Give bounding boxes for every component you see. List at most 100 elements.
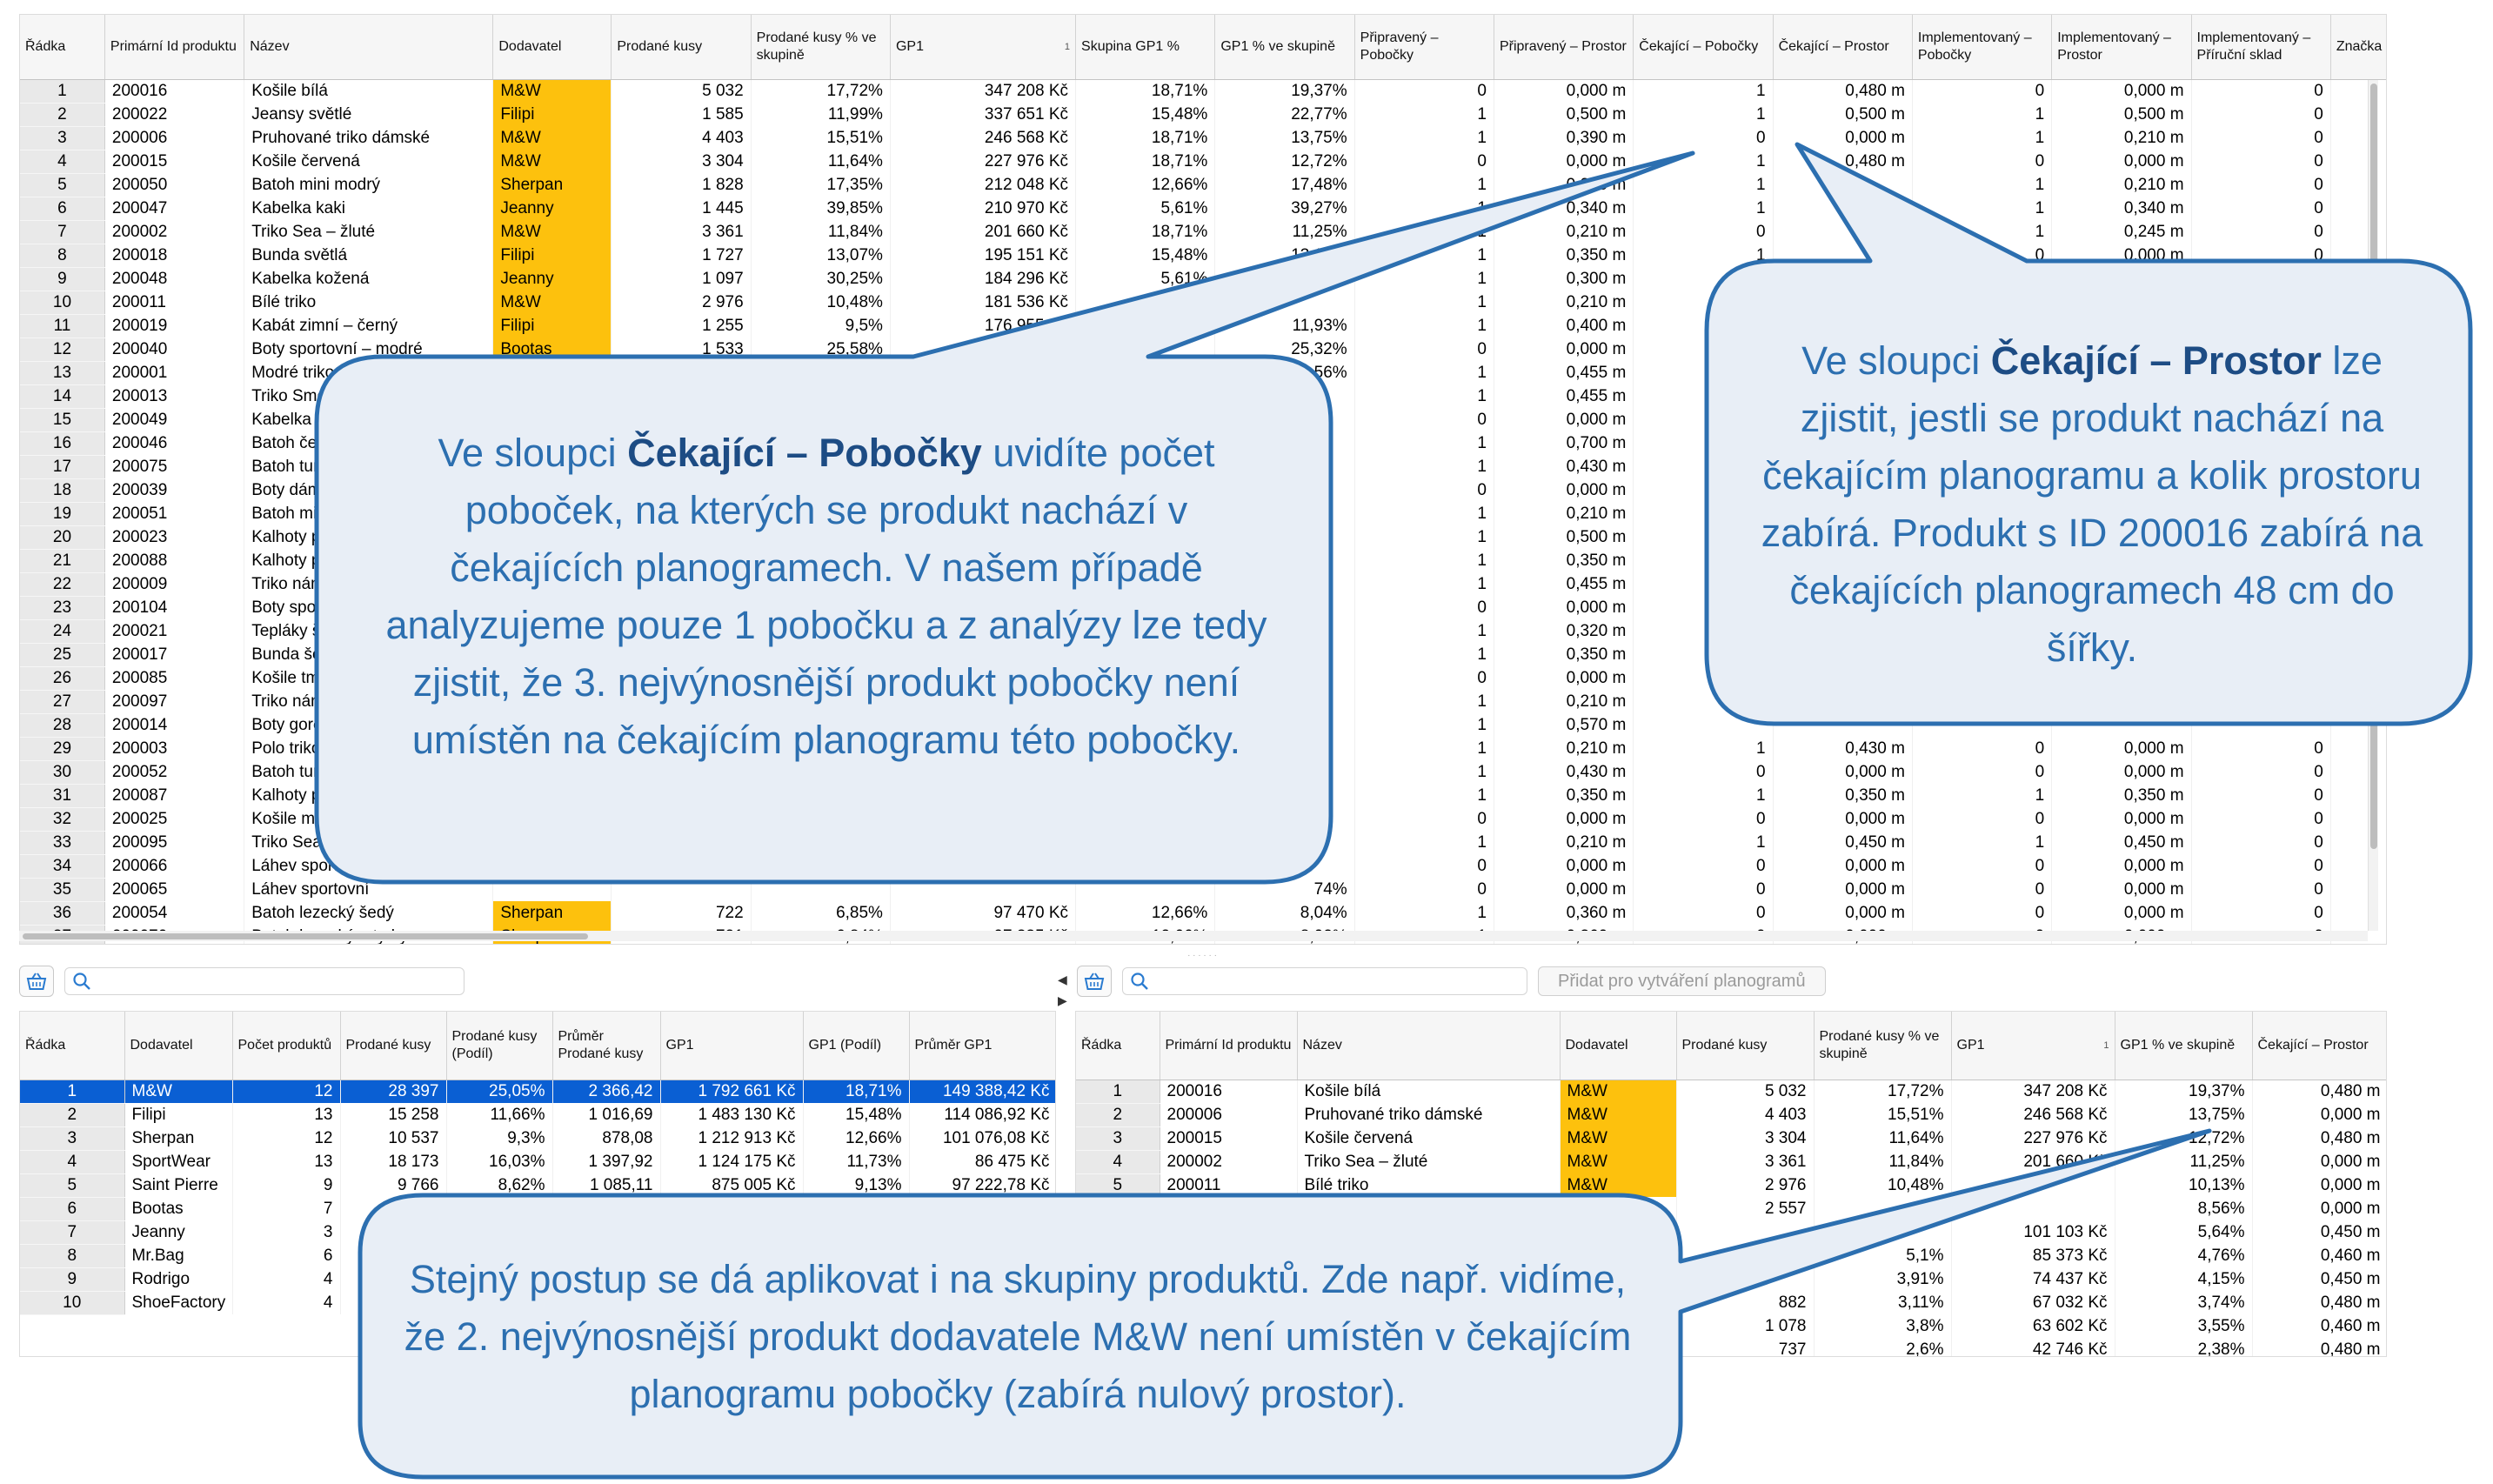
search-icon xyxy=(73,973,90,990)
table-row[interactable]: 3 200006 Pruhované triko dámské M&W 4 403 15,… xyxy=(20,126,2386,150)
table-cell: 0,000 m xyxy=(1773,854,1913,878)
table-row[interactable]: 3 200015 Košile červená M&W 3 304 11,64% 227 9… xyxy=(1076,1126,2386,1151)
table-cell: 0,300 m xyxy=(1494,267,1634,291)
column-header[interactable]: Čekající – Pobočky xyxy=(1633,15,1774,80)
row-number: 12 xyxy=(20,338,105,362)
column-header[interactable]: 1 GP1 xyxy=(890,15,1077,80)
table-cell: 3,91% xyxy=(1814,1267,1952,1291)
column-header[interactable]: GP1 % ve skupině xyxy=(2115,1012,2253,1080)
table-row[interactable]: 10 200011 Bílé triko M&W 2 976 10,48% 181 536 … xyxy=(20,291,2386,315)
table-cell: Jeansy světlé xyxy=(244,103,494,126)
table-cell xyxy=(751,784,891,807)
basket-button[interactable] xyxy=(1077,966,1112,997)
table-row[interactable]: 5 200050 Batoh mini modrý Sherpan 1 828 17,35… xyxy=(20,173,2386,197)
table-cell: 1 097 xyxy=(611,267,752,291)
table-cell xyxy=(2330,173,2386,197)
table-row[interactable]: 8 200018 Bunda světlá Filipi 1 727 13,07% 195 … xyxy=(20,244,2386,268)
column-header[interactable]: Implementovaný – Prostor xyxy=(2051,15,2192,80)
table-cell: 200048 xyxy=(104,267,245,291)
table-row[interactable]: 7 Jeanny 3 xyxy=(20,1220,1055,1245)
table-cell: Sherpan xyxy=(124,1126,233,1150)
column-header[interactable]: Prodané kusy % ve skupině xyxy=(751,15,891,80)
table-cell: Košile modrá xyxy=(244,807,494,831)
table-cell: Batoh mini modrý xyxy=(244,173,494,197)
table-row[interactable]: 6 200047 Kabelka kaki Jeanny 1 445 39,85% 210 … xyxy=(20,197,2386,221)
column-header[interactable]: Čekající – Prostor xyxy=(2252,1012,2386,1080)
table-row[interactable]: 32 200025 Košile modrá 0 0,000 m 0 0,000 m 0 0,0… xyxy=(20,807,2386,832)
column-header[interactable]: Řádka xyxy=(20,1012,125,1080)
table-cell xyxy=(890,784,1077,807)
table-row[interactable]: 2 200006 Pruhované triko dámské M&W 4 403 15,… xyxy=(1076,1103,2386,1127)
table-row[interactable]: 3 Sherpan 12 10 537 9,3% 878,08 1 212 913 Kč 12… xyxy=(20,1126,1055,1151)
table-row[interactable]: 7 200002 Triko Sea – žluté M&W 3 361 11,84% 20… xyxy=(20,220,2386,244)
column-header[interactable]: Průměr GP1 xyxy=(909,1012,1055,1080)
column-header[interactable]: Název xyxy=(1297,1012,1561,1080)
column-header[interactable]: Prodané kusy % ve skupině xyxy=(1814,1012,1952,1080)
column-header[interactable]: Značka xyxy=(2330,15,2386,80)
table-row[interactable]: 1 M&W 12 28 397 25,05% 2 366,42 1 792 661 Kč 18… xyxy=(20,1080,1055,1104)
column-header[interactable]: Implementovaný – Pobočky xyxy=(1912,15,2053,80)
table-row[interactable]: 31 200087 Kalhoty plátěné 1 0,350 m 1 0,350 m1… xyxy=(20,784,2386,808)
table-row[interactable]: 7 101 103 Kč 5,64% 0,450 m xyxy=(1076,1220,2386,1245)
table-row[interactable]: 36 200054 Batoh lezecký šedý Sherpan 722 6,85… xyxy=(20,901,2386,926)
column-header[interactable]: Dodavatel xyxy=(1560,1012,1677,1080)
table-row[interactable]: 35 200065 Láhev sportovní 74% 0 0,000 m 0 0,000… xyxy=(20,878,2386,902)
scrollbar-thumb[interactable] xyxy=(23,933,588,939)
column-header[interactable]: Název xyxy=(244,15,494,80)
table-cell xyxy=(2330,901,2386,925)
table-cell: 11,73% xyxy=(803,1150,910,1173)
table-cell xyxy=(2330,831,2386,854)
basket-button[interactable] xyxy=(19,966,54,997)
table-row[interactable]: 2 Filipi 13 15 258 11,66% 1 016,69 1 483 130 K… xyxy=(20,1103,1055,1127)
table-cell: 0,000 m xyxy=(2252,1150,2386,1173)
column-header[interactable]: Prodané kusy xyxy=(1676,1012,1815,1080)
table-row[interactable]: 34 200066 Láhev sportovní 0 0,000 m 0 0,000 m0… xyxy=(20,854,2386,879)
table-cell: 11,64% xyxy=(1814,1126,1952,1150)
table-row[interactable]: 4 200002 Triko Sea – žluté M&W 3 361 11,84% 20… xyxy=(1076,1150,2386,1174)
bottom-left-search-input[interactable] xyxy=(64,967,465,995)
table-row[interactable]: 6 2 557 8,56% 0,000 m xyxy=(1076,1197,2386,1221)
column-header[interactable]: Počet produktů xyxy=(232,1012,341,1080)
column-header[interactable]: Řádka xyxy=(1076,1012,1160,1080)
column-header[interactable]: GP1 xyxy=(660,1012,804,1080)
table-cell: 1 xyxy=(1354,126,1494,150)
column-header[interactable]: GP1 % ve skupině xyxy=(1214,15,1355,80)
table-cell: 11,25% xyxy=(2115,1150,2253,1173)
table-cell: 200046 xyxy=(104,431,245,455)
splitter-grip-icon[interactable]: · · · · · · xyxy=(1185,952,1220,960)
column-header[interactable]: Implementovaný – Příruční sklad xyxy=(2191,15,2331,80)
table-cell xyxy=(1214,291,1355,314)
table-row[interactable]: 1 200016 Košile bílá M&W 5 032 17,72% 347 208 … xyxy=(20,79,2386,104)
table-row[interactable]: 9 200048 Kabelka kožená Jeanny 1 097 30,25% 18… xyxy=(20,267,2386,291)
column-header[interactable]: Připravený – Prostor xyxy=(1494,15,1634,80)
column-header[interactable]: Prodané kusy xyxy=(611,15,752,80)
column-header[interactable]: Čekající – Prostor xyxy=(1773,15,1913,80)
collapse-left-chevron-icon[interactable]: ◀ xyxy=(1058,973,1067,987)
table-row[interactable]: 5 Saint Pierre 9 9 766 8,62% 1 085,11 875 005 … xyxy=(20,1173,1055,1198)
add-for-planogram-button[interactable]: Přidat pro vytváření planogramů xyxy=(1538,966,1826,996)
table-row[interactable]: 33 200095 Triko Sea modré 1 0,210 m 1 0,450 m1… xyxy=(20,831,2386,855)
table-row[interactable]: 1 200016 Košile bílá M&W 5 032 17,72% 347 208 … xyxy=(1076,1080,2386,1104)
column-header[interactable]: Primární Id produktu xyxy=(1160,1012,1298,1080)
table-row[interactable]: 5 200011 Bílé triko M&W 2 976 10,48% 10,13% 0,0… xyxy=(1076,1173,2386,1198)
column-header[interactable]: Řádka xyxy=(20,15,105,80)
table-row[interactable]: 6 Bootas 7 xyxy=(20,1197,1055,1221)
column-header[interactable]: Dodavatel xyxy=(492,15,612,80)
column-header[interactable]: Průměr Prodané kusy xyxy=(552,1012,661,1080)
table-row[interactable]: 4 200015 Košile červená M&W 3 304 11,64% 227 9… xyxy=(20,150,2386,174)
column-header[interactable]: GP1 (Podíl) xyxy=(803,1012,910,1080)
top-table-horizontal-scrollbar[interactable] xyxy=(19,931,2368,941)
column-header[interactable]: Primární Id produktu xyxy=(104,15,245,80)
table-cell: 1 727 xyxy=(611,244,752,267)
column-header[interactable]: Prodané kusy (Podíl) xyxy=(446,1012,553,1080)
bottom-right-search-input[interactable] xyxy=(1122,967,1527,995)
table-row[interactable]: 2 200022 Jeansy světlé Filipi 1 585 11,99% 337… xyxy=(20,103,2386,127)
table-row[interactable]: 4 SportWear 13 18 173 16,03% 1 397,92 1 124 17… xyxy=(20,1150,1055,1174)
column-header[interactable]: 1 GP1 xyxy=(1951,1012,2115,1080)
column-header[interactable]: Připravený – Pobočky xyxy=(1354,15,1494,80)
column-header[interactable]: Dodavatel xyxy=(124,1012,233,1080)
table-cell xyxy=(492,384,612,408)
collapse-right-chevron-icon[interactable]: ▶ xyxy=(1058,993,1067,1008)
column-header[interactable]: Prodané kusy xyxy=(340,1012,447,1080)
column-header[interactable]: Skupina GP1 % xyxy=(1075,15,1216,80)
